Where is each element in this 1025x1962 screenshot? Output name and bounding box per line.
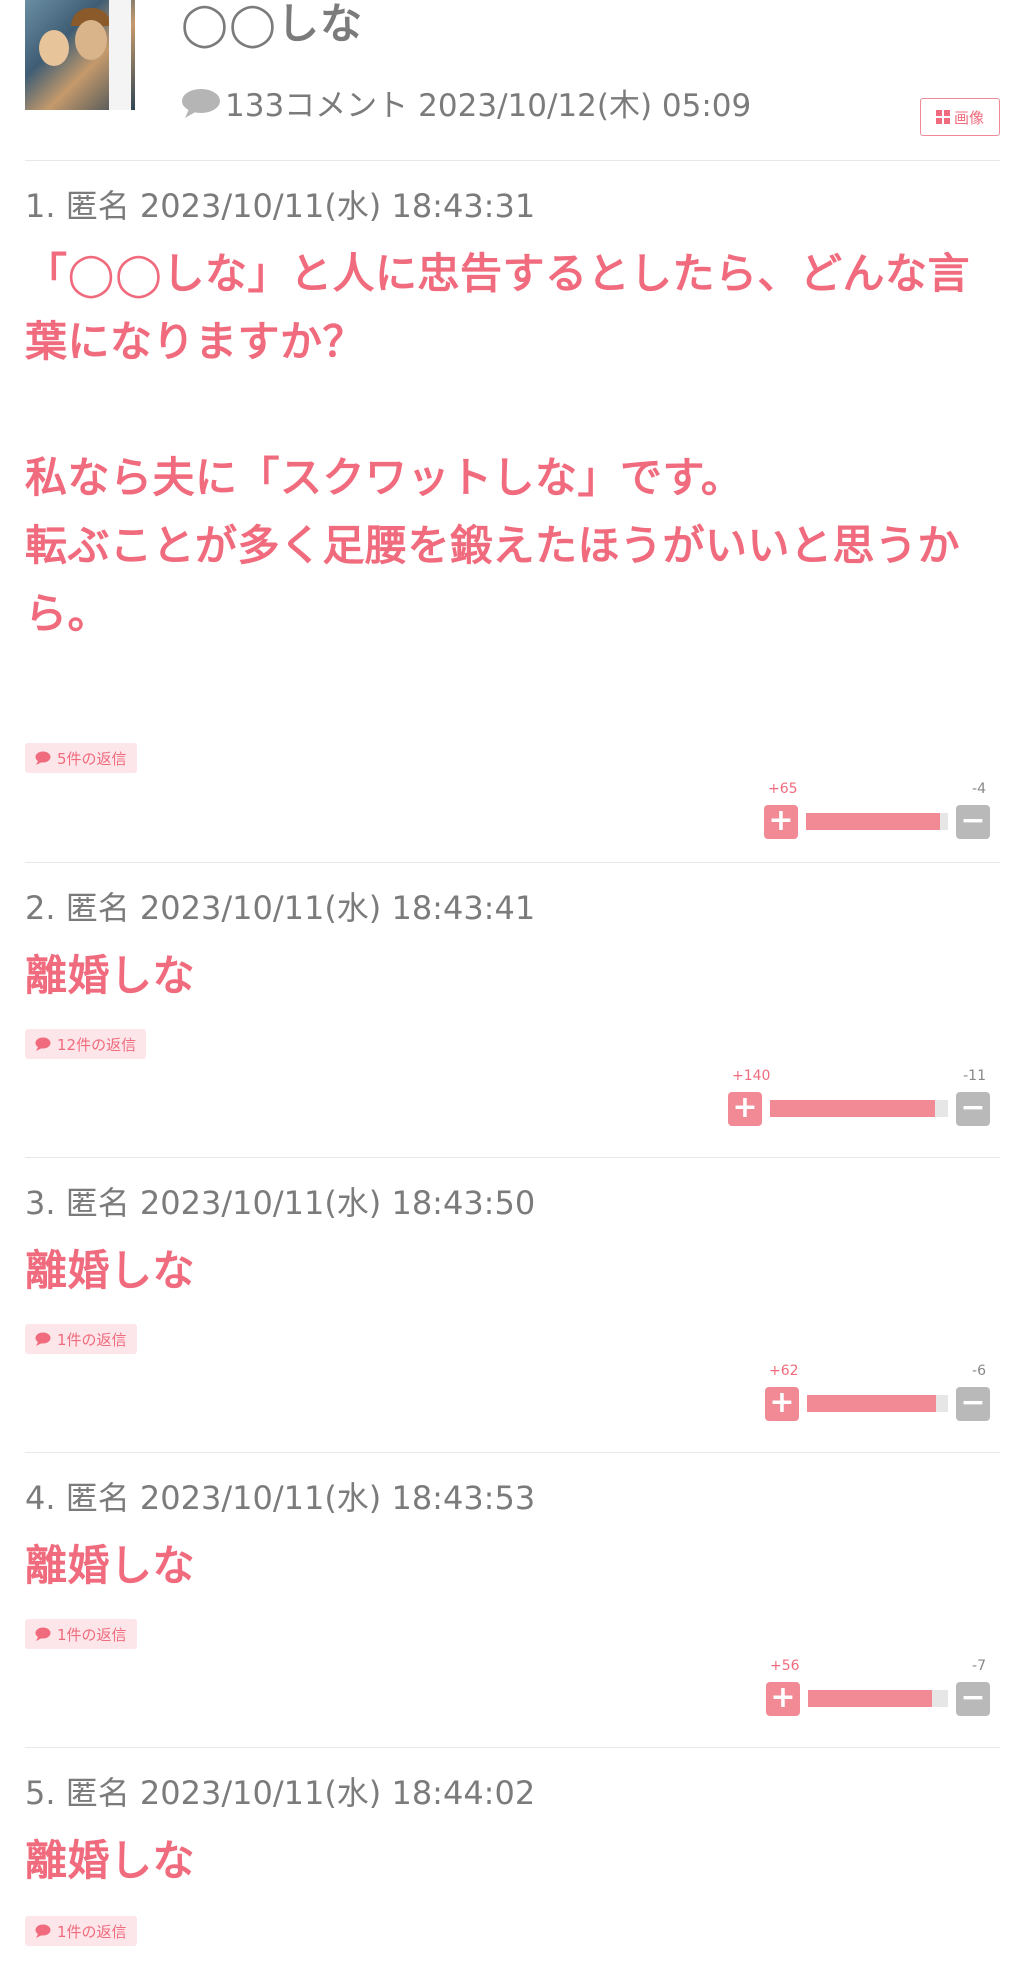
- minus-vote-button[interactable]: −: [956, 1387, 990, 1421]
- topic-page: ◯◯しな 133コメント 2023/10/12(木) 05:09 画像 1. 匿…: [0, 0, 1025, 1959]
- comment-body: 離婚しな: [25, 1246, 196, 1295]
- comment-item: 5. 匿名 2023/10/11(水) 18:44:02 離婚しな 1件の返信: [25, 1748, 1000, 1962]
- comment-body: 離婚しな: [25, 1836, 196, 1885]
- reply-count: 12件の返信: [57, 1035, 137, 1054]
- comment-meta: 5. 匿名 2023/10/11(水) 18:44:02: [25, 1774, 536, 1812]
- plus-vote-button[interactable]: +: [728, 1092, 762, 1126]
- reply-count: 1件の返信: [57, 1625, 127, 1644]
- comment-meta: 1. 匿名 2023/10/11(水) 18:43:31: [25, 187, 536, 225]
- comment-body: 離婚しな: [25, 951, 196, 1000]
- plus-vote-button[interactable]: +: [765, 1387, 799, 1421]
- reply-count: 1件の返信: [57, 1922, 127, 1941]
- comment-item: 3. 匿名 2023/10/11(水) 18:43:50 離婚しな 1件の返信 …: [25, 1158, 1000, 1453]
- image-button[interactable]: 画像: [920, 98, 1000, 136]
- vote-widget: +65 -4 + −: [764, 781, 990, 841]
- vote-ratio-fill: [806, 813, 940, 830]
- vote-ratio-fill: [808, 1690, 933, 1707]
- comment-count: 133コメント: [225, 88, 409, 124]
- minus-vote-button[interactable]: −: [956, 805, 990, 839]
- minus-vote-button[interactable]: −: [956, 1092, 990, 1126]
- reply-bubble-icon: [35, 1924, 51, 1938]
- speech-bubble-icon: [182, 88, 220, 118]
- reply-count: 1件の返信: [57, 1330, 127, 1349]
- topic-header: ◯◯しな 133コメント 2023/10/12(木) 05:09 画像: [25, 0, 1000, 161]
- topic-thumbnail[interactable]: [25, 0, 135, 110]
- comment-meta: 3. 匿名 2023/10/11(水) 18:43:50: [25, 1184, 536, 1222]
- reply-count-button[interactable]: 1件の返信: [25, 1619, 137, 1649]
- comment-body: 離婚しな: [25, 1541, 196, 1590]
- vote-ratio-bar: [770, 1100, 948, 1117]
- vote-widget: +56 -7 + −: [766, 1658, 990, 1718]
- minus-count: -4: [972, 781, 986, 797]
- vote-ratio-bar: [807, 1395, 948, 1412]
- comment-item: 2. 匿名 2023/10/11(水) 18:43:41 離婚しな 12件の返信…: [25, 863, 1000, 1158]
- minus-count: -6: [972, 1363, 986, 1379]
- minus-count: -7: [972, 1658, 986, 1674]
- comment-item: 1. 匿名 2023/10/11(水) 18:43:31 「◯◯しな」と人に忠告…: [25, 161, 1000, 863]
- topic-posted-date: 2023/10/12(木) 05:09: [418, 88, 752, 124]
- plus-count: +65: [768, 781, 798, 797]
- vote-ratio-fill: [807, 1395, 936, 1412]
- reply-count: 5件の返信: [57, 749, 127, 768]
- vote-ratio-bar: [808, 1690, 948, 1707]
- reply-bubble-icon: [35, 1332, 51, 1346]
- reply-bubble-icon: [35, 1037, 51, 1051]
- reply-count-button[interactable]: 1件の返信: [25, 1324, 137, 1354]
- vote-ratio-fill: [770, 1100, 935, 1117]
- vote-widget: +140 -11 + −: [728, 1068, 990, 1128]
- reply-count-button[interactable]: 5件の返信: [25, 743, 137, 773]
- comment-item: 4. 匿名 2023/10/11(水) 18:43:53 離婚しな 1件の返信 …: [25, 1453, 1000, 1748]
- minus-vote-button[interactable]: −: [956, 1682, 990, 1716]
- topic-meta: 133コメント 2023/10/12(木) 05:09: [181, 80, 751, 125]
- comment-meta: 4. 匿名 2023/10/11(水) 18:43:53: [25, 1479, 536, 1517]
- reply-count-button[interactable]: 12件の返信: [25, 1029, 147, 1059]
- plus-count: +62: [769, 1363, 799, 1379]
- image-button-label: 画像: [953, 108, 984, 127]
- plus-count: +140: [732, 1068, 771, 1084]
- grid-icon: [935, 110, 950, 124]
- plus-count: +56: [770, 1658, 800, 1674]
- vote-ratio-bar: [806, 813, 948, 830]
- reply-bubble-icon: [35, 1627, 51, 1641]
- minus-count: -11: [963, 1068, 986, 1084]
- reply-bubble-icon: [35, 751, 51, 765]
- plus-vote-button[interactable]: +: [766, 1682, 800, 1716]
- reply-count-button[interactable]: 1件の返信: [25, 1916, 137, 1946]
- comment-body: 「◯◯しな」と人に忠告するとしたら、どんな言葉になりますか？ 私なら夫に「スクワ…: [25, 249, 971, 638]
- plus-vote-button[interactable]: +: [764, 805, 798, 839]
- comment-meta: 2. 匿名 2023/10/11(水) 18:43:41: [25, 889, 536, 927]
- topic-title: ◯◯しな: [181, 0, 364, 48]
- vote-widget: +62 -6 + −: [765, 1363, 990, 1423]
